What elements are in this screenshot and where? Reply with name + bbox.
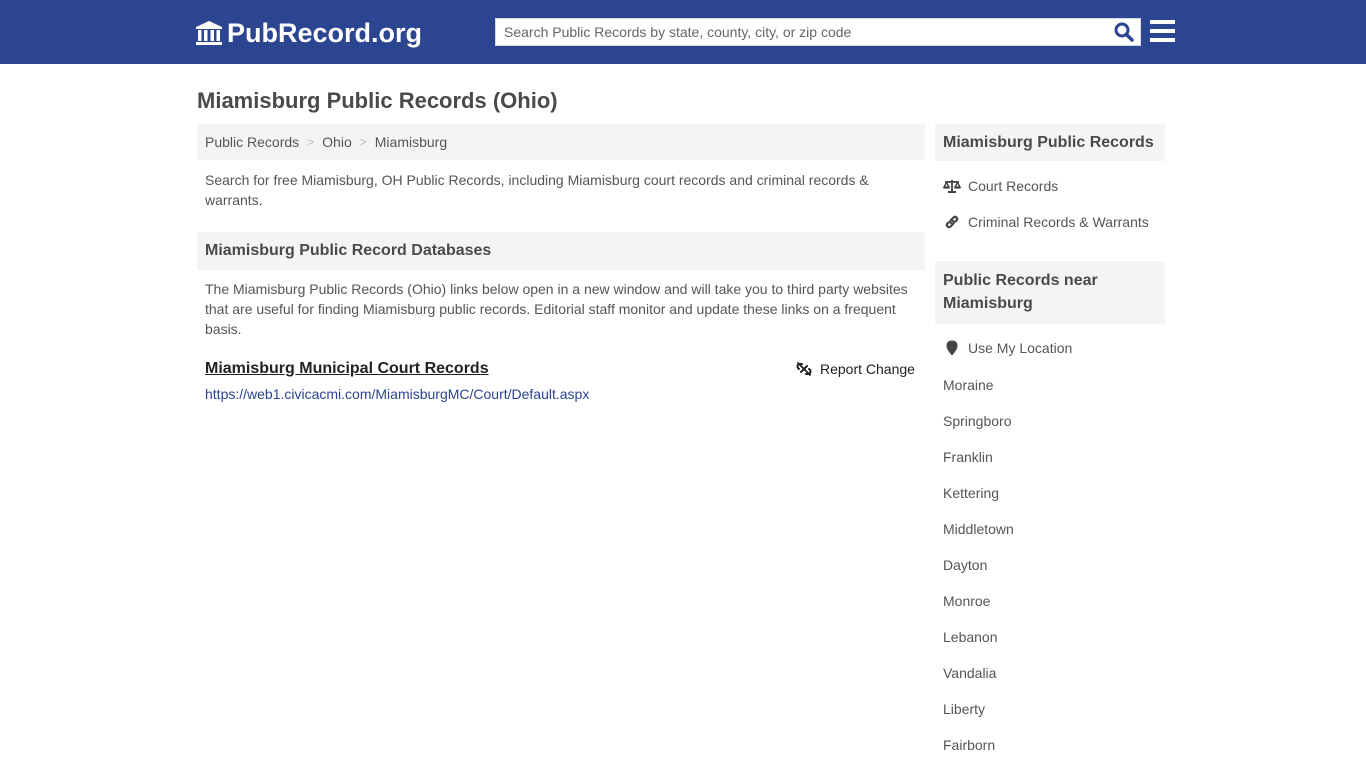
nearby-city-link[interactable]: Kettering: [943, 485, 999, 501]
nearby-city-link[interactable]: Middletown: [943, 521, 1014, 537]
databases-description: The Miamisburg Public Records (Ohio) lin…: [205, 281, 908, 337]
page-title: Miamisburg Public Records (Ohio): [197, 88, 558, 113]
breadcrumb-separator: >: [359, 135, 367, 149]
site-logo[interactable]: PubRecord.org: [195, 18, 422, 48]
breadcrumb-miamisburg[interactable]: Miamisburg: [375, 134, 447, 150]
nearby-city-link[interactable]: Liberty: [943, 701, 985, 717]
nearby-city-link[interactable]: Dayton: [943, 557, 987, 573]
search-input[interactable]: [496, 19, 1106, 45]
report-change-button[interactable]: Report Change: [796, 361, 915, 377]
breadcrumb-public-records[interactable]: Public Records: [205, 134, 299, 150]
sidebar-link-label: Court Records: [968, 178, 1059, 194]
breadcrumb-separator: >: [307, 135, 315, 149]
courthouse-icon: [196, 21, 222, 45]
search-button[interactable]: [1112, 21, 1136, 43]
sidebar-link-label: Criminal Records & Warrants: [968, 214, 1149, 230]
nearby-city-link[interactable]: Monroe: [943, 593, 990, 609]
nearby-city-link[interactable]: Lebanon: [943, 629, 998, 645]
breadcrumb: Public Records > Ohio > Miamisburg: [197, 124, 925, 160]
databases-heading: Miamisburg Public Record Databases: [197, 232, 925, 270]
breadcrumb-ohio[interactable]: Ohio: [322, 134, 352, 150]
search-bar: [495, 18, 1141, 46]
sidebar-records-heading: Miamisburg Public Records: [935, 124, 1165, 161]
search-icon: [1114, 22, 1134, 42]
scales-icon: [943, 178, 961, 194]
broken-link-icon: [796, 362, 812, 376]
nearby-city-link[interactable]: Vandalia: [943, 665, 996, 681]
map-marker-icon: [943, 340, 961, 356]
sidebar-link-criminal-records[interactable]: Criminal Records & Warrants: [943, 214, 1149, 230]
record-url[interactable]: https://web1.civicacmi.com/MiamisburgMC/…: [205, 386, 589, 402]
intro-text: Search for free Miamisburg, OH Public Re…: [205, 172, 869, 208]
sidebar-link-court-records[interactable]: Court Records: [943, 178, 1058, 194]
use-my-location-label: Use My Location: [968, 340, 1073, 356]
hamburger-menu-icon-bar: [1150, 38, 1175, 42]
nearby-city-link[interactable]: Fairborn: [943, 737, 995, 753]
nearby-city-link[interactable]: Springboro: [943, 413, 1012, 429]
hamburger-menu-icon-bar: [1150, 29, 1175, 33]
link-icon: [943, 214, 961, 230]
top-navigation-bar: PubRecord.org: [0, 0, 1366, 64]
hamburger-menu-button[interactable]: [1150, 20, 1175, 42]
sidebar-nearby-heading: Public Records near Miamisburg: [935, 261, 1165, 324]
nearby-city-link[interactable]: Moraine: [943, 377, 994, 393]
record-link-municipal-court[interactable]: Miamisburg Municipal Court Records: [205, 360, 489, 378]
hamburger-menu-icon-bar: [1150, 20, 1175, 24]
nearby-city-link[interactable]: Franklin: [943, 449, 993, 465]
logo-text: PubRecord.org: [227, 17, 423, 48]
use-my-location-link[interactable]: Use My Location: [943, 340, 1072, 356]
report-change-label: Report Change: [820, 361, 915, 377]
